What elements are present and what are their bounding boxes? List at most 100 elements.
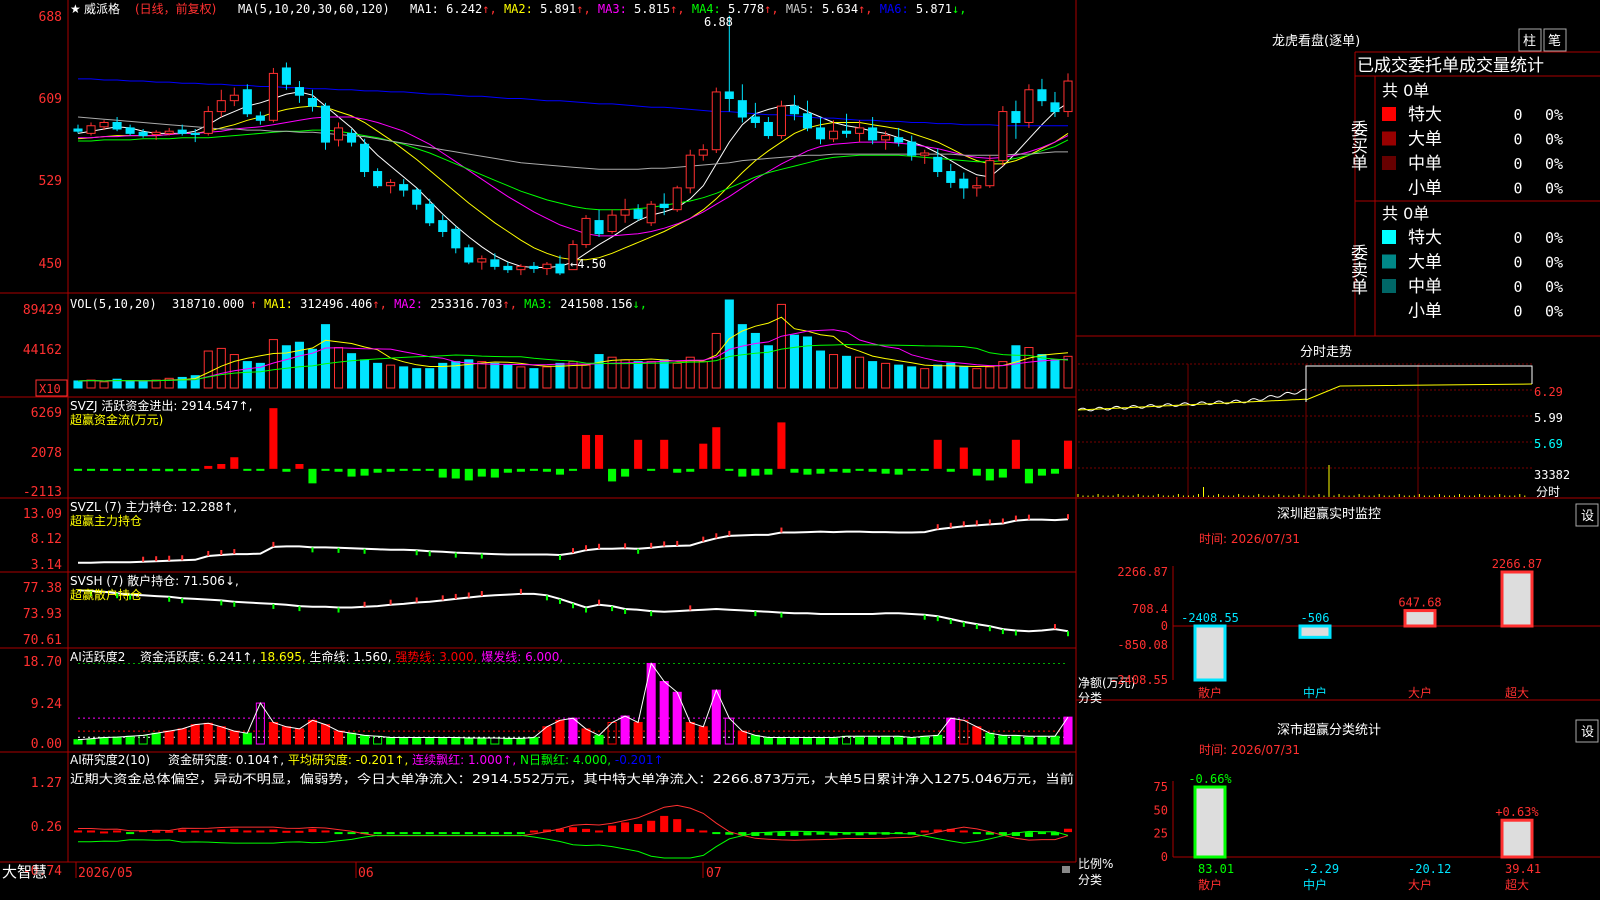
candlestick[interactable] bbox=[1011, 100, 1021, 139]
candlestick[interactable] bbox=[399, 179, 409, 197]
candlestick[interactable] bbox=[685, 149, 695, 194]
candlestick[interactable] bbox=[333, 122, 344, 147]
candlestick[interactable] bbox=[855, 120, 865, 143]
order-volume: 0 bbox=[1513, 106, 1522, 124]
candle-body bbox=[333, 127, 344, 141]
candlestick[interactable] bbox=[125, 124, 135, 136]
candlestick[interactable] bbox=[464, 244, 474, 265]
candlestick[interactable] bbox=[307, 89, 318, 112]
candlestick[interactable] bbox=[998, 106, 1008, 167]
volume-bar bbox=[203, 350, 213, 389]
date-tick: 2026/05 bbox=[78, 866, 133, 881]
candlestick[interactable] bbox=[203, 106, 213, 136]
candlestick[interactable] bbox=[320, 102, 331, 150]
research-bar bbox=[334, 832, 343, 835]
candle-body bbox=[894, 137, 904, 143]
candlestick[interactable] bbox=[503, 262, 513, 273]
candle-body bbox=[125, 127, 135, 134]
activity-bar bbox=[242, 732, 252, 745]
fund-flow-bar bbox=[959, 447, 968, 469]
candle-body bbox=[451, 228, 461, 249]
candle-body bbox=[672, 187, 682, 211]
candlestick[interactable] bbox=[360, 138, 370, 177]
candlestick[interactable] bbox=[268, 67, 278, 123]
candlestick[interactable] bbox=[581, 215, 591, 248]
sz-axis-tick: -2408.55 bbox=[1110, 673, 1168, 687]
fenshi-title: 分时走势 bbox=[1300, 344, 1352, 360]
vol-header-label: VOL(5,10,20) bbox=[70, 297, 157, 311]
candlestick[interactable] bbox=[724, 15, 734, 112]
candlestick[interactable] bbox=[242, 84, 252, 118]
svsh-axis-tick: 73.93 bbox=[23, 607, 62, 622]
candlestick[interactable] bbox=[386, 179, 396, 194]
candlestick[interactable] bbox=[542, 262, 552, 276]
fund-flow-bar bbox=[373, 468, 382, 473]
candlestick[interactable] bbox=[802, 100, 813, 132]
candlestick[interactable] bbox=[281, 62, 291, 90]
candlestick[interactable] bbox=[438, 215, 448, 237]
candlestick[interactable] bbox=[815, 117, 826, 145]
candlestick[interactable] bbox=[477, 255, 487, 270]
candlestick[interactable] bbox=[646, 200, 656, 227]
fund-flow-bar bbox=[816, 468, 825, 474]
candle-body bbox=[399, 184, 409, 191]
candlestick[interactable] bbox=[216, 89, 226, 118]
order-stat-row: 小单 0 0% bbox=[1408, 302, 1563, 322]
candlestick[interactable] bbox=[529, 262, 539, 273]
candlestick[interactable] bbox=[711, 87, 721, 153]
candlestick[interactable] bbox=[698, 144, 708, 161]
candlestick[interactable] bbox=[750, 102, 760, 128]
candlestick[interactable] bbox=[737, 84, 747, 123]
candlestick[interactable] bbox=[1024, 84, 1034, 128]
sz-bar-value: -506 bbox=[1301, 611, 1330, 625]
candlestick[interactable] bbox=[594, 209, 604, 237]
sc-bar-rect bbox=[1500, 818, 1534, 859]
candlestick[interactable] bbox=[633, 204, 643, 221]
candlestick[interactable] bbox=[659, 193, 669, 216]
candlestick[interactable] bbox=[959, 172, 969, 199]
candlestick[interactable] bbox=[972, 176, 982, 197]
candle-body bbox=[490, 259, 500, 267]
candlestick[interactable] bbox=[620, 198, 630, 223]
candlestick[interactable] bbox=[373, 168, 383, 188]
candlestick[interactable] bbox=[946, 163, 956, 188]
order-size-label: 中单 bbox=[1408, 277, 1442, 297]
ai2-name: AI研究度2(10) bbox=[70, 752, 150, 767]
fund-flow-bar bbox=[985, 468, 994, 481]
candlestick[interactable] bbox=[985, 155, 995, 188]
candlestick[interactable] bbox=[1037, 78, 1047, 107]
candlestick[interactable] bbox=[190, 129, 200, 143]
candlestick[interactable] bbox=[607, 209, 617, 234]
candle-body bbox=[920, 152, 930, 156]
candlestick[interactable] bbox=[255, 111, 265, 125]
order-stat-row: 中单 0 0% bbox=[1382, 154, 1563, 174]
sc-bar-change: -0.66% bbox=[1188, 772, 1232, 786]
activity-bar bbox=[112, 736, 122, 745]
volume-bar bbox=[73, 380, 83, 389]
stock-name: 威派格 bbox=[84, 1, 120, 16]
candle-body bbox=[659, 203, 669, 209]
candlestick[interactable] bbox=[1050, 91, 1060, 118]
candlestick[interactable] bbox=[73, 124, 83, 134]
candlestick[interactable] bbox=[763, 117, 773, 139]
candlestick[interactable] bbox=[86, 122, 96, 136]
activity-bar bbox=[177, 728, 187, 745]
fund-flow-bar bbox=[100, 468, 109, 471]
candlestick[interactable] bbox=[112, 117, 122, 132]
volume-bar bbox=[920, 368, 930, 389]
candlestick[interactable] bbox=[294, 81, 304, 103]
candlestick[interactable] bbox=[1063, 73, 1073, 118]
lock-icon[interactable] bbox=[1062, 866, 1070, 873]
candlestick[interactable] bbox=[776, 100, 786, 139]
activity-bar bbox=[1011, 734, 1021, 745]
candlestick[interactable] bbox=[451, 226, 461, 254]
candlestick[interactable] bbox=[490, 253, 500, 270]
candlestick[interactable] bbox=[868, 117, 878, 145]
candlestick[interactable] bbox=[412, 187, 422, 210]
candlestick[interactable] bbox=[933, 148, 943, 177]
candlestick[interactable] bbox=[425, 198, 435, 227]
candlestick[interactable] bbox=[229, 87, 239, 107]
candlestick[interactable] bbox=[672, 185, 682, 212]
candle-body bbox=[881, 135, 891, 141]
activity-bar bbox=[203, 722, 213, 745]
